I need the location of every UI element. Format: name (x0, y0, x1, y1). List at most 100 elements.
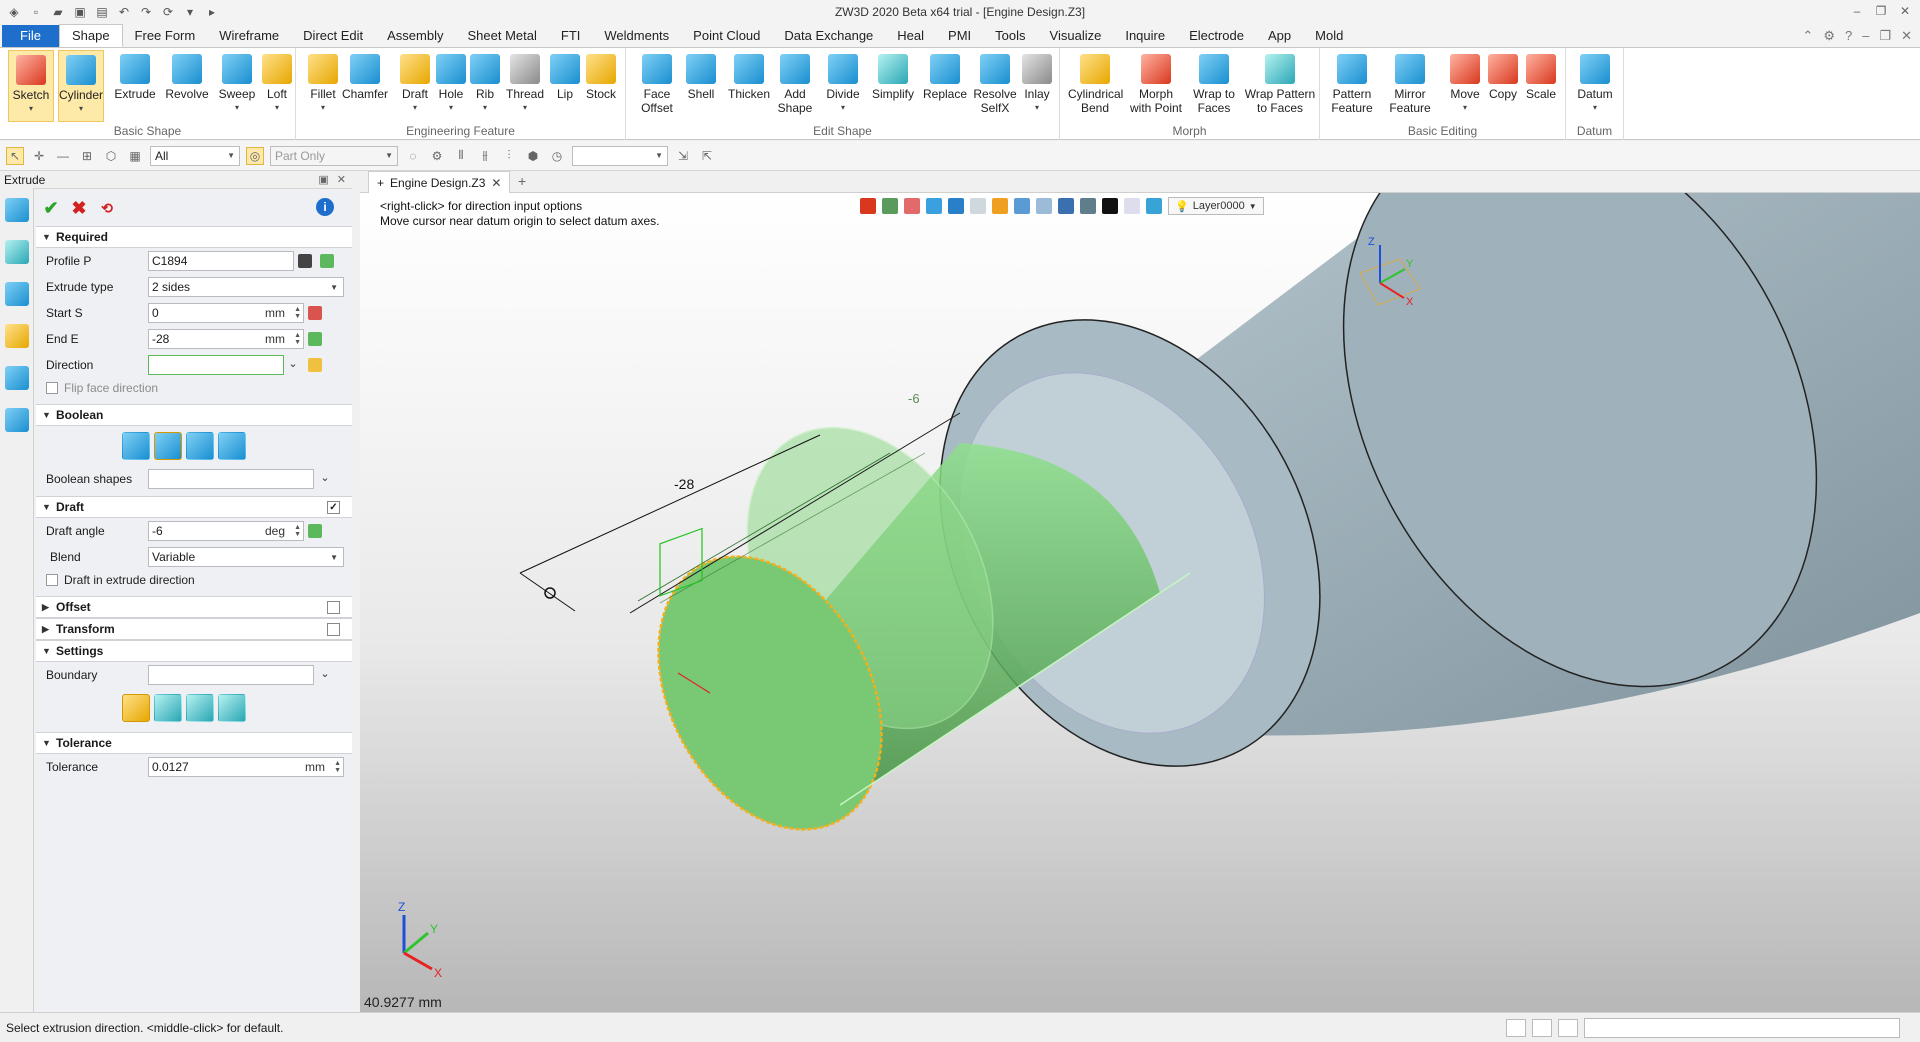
offset-enable-checkbox[interactable] (327, 601, 340, 614)
save-icon[interactable]: ▣ (72, 4, 88, 20)
extrude-type-select[interactable]: 2 sides ▼ (148, 277, 344, 297)
part-manager-icon[interactable] (5, 324, 29, 348)
ok-check-icon[interactable]: ✔ (40, 197, 62, 219)
menu-direct-edit[interactable]: Direct Edit (291, 25, 375, 47)
cylinder-button[interactable]: Cylinder ▾ (58, 50, 104, 122)
new-file-icon[interactable]: ▫ (28, 4, 44, 20)
layer-select[interactable]: 💡 Layer0000 ▼ (1168, 197, 1264, 215)
close-doc-icon[interactable]: ✕ (1901, 28, 1912, 44)
panel-close-icon[interactable]: ✕ (337, 171, 346, 189)
section-offset[interactable]: ▶ Offset (36, 596, 352, 618)
command-input[interactable] (1584, 1018, 1900, 1038)
timer-icon[interactable]: ◷ (548, 147, 566, 165)
snap-grid-icon[interactable]: ⚙ (428, 147, 446, 165)
scale-button[interactable]: Scale (1518, 50, 1564, 122)
settings-gear-icon[interactable]: ⚙ (1823, 28, 1835, 44)
collapse-ribbon-icon[interactable]: ⌃ (1802, 28, 1813, 44)
boundary-expand-icon[interactable]: ⌄ (318, 667, 332, 681)
profile-sketch-icon[interactable] (320, 254, 334, 268)
settings-option1-icon[interactable] (122, 694, 150, 722)
view-select[interactable]: ▼ (572, 145, 668, 166)
cursor-tool2-icon[interactable]: ⇱ (698, 147, 716, 165)
menu-file[interactable]: File (2, 25, 59, 47)
section-draft[interactable]: ▼ Draft ✓ (36, 496, 352, 518)
pin-icon[interactable]: ⬢ (524, 147, 542, 165)
menu-wireframe[interactable]: Wireframe (207, 25, 291, 47)
settings-option3-icon[interactable] (186, 694, 214, 722)
menu-assembly[interactable]: Assembly (375, 25, 455, 47)
section-transform[interactable]: ▶ Transform (36, 618, 352, 640)
direction-pick-icon[interactable] (308, 358, 322, 372)
background-icon[interactable] (1080, 198, 1096, 214)
selection-list-icon[interactable]: ▦ (126, 147, 144, 165)
draft-angle-field[interactable]: -6 deg ▲ ▼ (148, 521, 304, 541)
menu-fti[interactable]: FTI (549, 25, 593, 47)
boundary-field[interactable] (148, 665, 314, 685)
dimension-angle-label[interactable]: -6 (908, 391, 920, 406)
app-logo-icon[interactable]: ◈ (6, 4, 22, 20)
restore-doc-icon[interactable]: ❐ (1879, 28, 1891, 44)
shell-button[interactable]: Shell (678, 50, 724, 122)
zoom-fit-icon[interactable] (1036, 198, 1052, 214)
layer-visibility-icon[interactable] (1146, 198, 1162, 214)
boolean-intersect-icon[interactable] (218, 432, 246, 460)
view-orient-icon[interactable] (970, 198, 986, 214)
pick-box-icon[interactable]: ⬡ (102, 147, 120, 165)
menu-electrode[interactable]: Electrode (1177, 25, 1256, 47)
resolve-selfx-button[interactable]: Resolve SelfX (972, 50, 1018, 122)
fillet-button[interactable]: Fillet ▾ (300, 50, 346, 122)
flip-face-checkbox[interactable] (46, 382, 58, 394)
render-mode-icon[interactable] (992, 198, 1008, 214)
regen-icon[interactable]: ⟳ (160, 4, 176, 20)
menu-point-cloud[interactable]: Point Cloud (681, 25, 772, 47)
draft-angle-pin-icon[interactable] (308, 524, 322, 538)
stock-button[interactable]: Stock (578, 50, 624, 122)
info-icon[interactable]: i (316, 198, 334, 216)
datum-button[interactable]: Datum ▾ (1572, 50, 1618, 122)
new-tab-icon[interactable]: + (518, 173, 526, 189)
shape-icon[interactable] (926, 198, 942, 214)
close-icon[interactable]: ✕ (1894, 2, 1916, 20)
help-icon[interactable]: ? (1845, 28, 1852, 44)
cube-view-icon[interactable] (948, 198, 964, 214)
section-tolerance[interactable]: ▼ Tolerance (36, 732, 352, 754)
exit-icon[interactable] (860, 198, 876, 214)
transform-enable-checkbox[interactable] (327, 623, 340, 636)
inlay-button[interactable]: Inlay ▾ (1014, 50, 1060, 122)
direction-field[interactable] (148, 355, 284, 375)
wrap-pattern-to-faces-button[interactable]: Wrap Pattern to Faces (1244, 50, 1316, 122)
boolean-base-icon[interactable] (122, 432, 150, 460)
menu-pmi[interactable]: PMI (936, 25, 983, 47)
black-box-icon[interactable] (1102, 198, 1118, 214)
pick-point-icon[interactable]: ✛ (30, 147, 48, 165)
open-folder-icon[interactable]: ▰ (50, 4, 66, 20)
end-field[interactable]: -28 mm ▲ ▼ (148, 329, 304, 349)
simplify-button[interactable]: Simplify (870, 50, 916, 122)
feature-manager-icon[interactable] (5, 198, 29, 222)
menu-free-form[interactable]: Free Form (123, 25, 208, 47)
restore-icon[interactable]: ❐ (1870, 2, 1892, 20)
menu-sheet-metal[interactable]: Sheet Metal (456, 25, 549, 47)
status-view-icon[interactable] (1506, 1019, 1526, 1037)
cursor-tool-icon[interactable]: ⇲ (674, 147, 692, 165)
pick-mode-icon[interactable]: ↖ (6, 146, 24, 165)
boolean-add-icon[interactable] (154, 432, 182, 460)
profile-field[interactable]: C1894 (148, 251, 294, 271)
panel-pin-icon[interactable]: ▣ (318, 171, 328, 189)
menu-inquire[interactable]: Inquire (1113, 25, 1177, 47)
pick-icon[interactable] (904, 198, 920, 214)
section-settings[interactable]: ▼ Settings (36, 640, 352, 662)
white-box-icon[interactable] (1124, 198, 1140, 214)
flip-face-row[interactable]: Flip face direction (36, 378, 352, 398)
customize-icon[interactable]: ▾ (182, 4, 198, 20)
pick-line-icon[interactable]: — (54, 147, 72, 165)
boolean-shapes-field[interactable] (148, 469, 314, 489)
cylindrical-bend-button[interactable]: Cylindrical Bend (1068, 50, 1123, 122)
morph-with-point-button[interactable]: Morph with Point (1128, 50, 1184, 122)
replace-button[interactable]: Replace (922, 50, 968, 122)
draft-enable-checkbox[interactable]: ✓ (327, 501, 340, 514)
start-field[interactable]: 0 mm ▲ ▼ (148, 303, 304, 323)
tab-close-icon[interactable]: ✕ (491, 176, 501, 190)
history-manager-icon[interactable] (5, 240, 29, 264)
section-view-icon[interactable] (1058, 198, 1074, 214)
